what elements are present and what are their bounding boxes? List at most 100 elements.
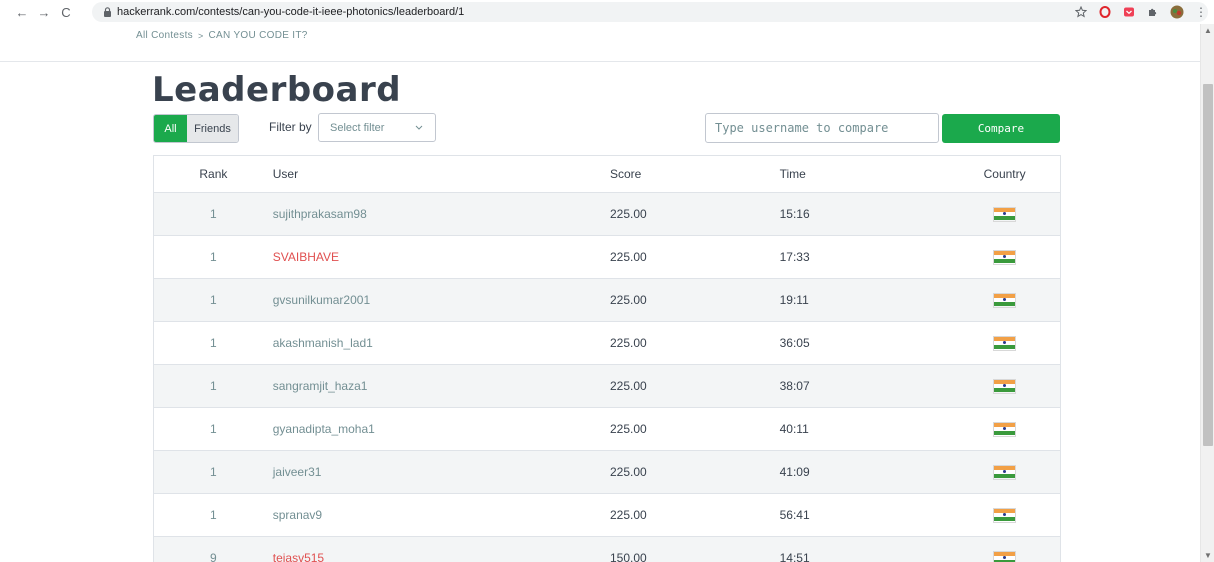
- row-username-link[interactable]: gyanadipta_moha1: [273, 422, 473, 436]
- browser-menu-icon[interactable]: ⋮: [1194, 5, 1208, 19]
- filter-by-label: Filter by: [269, 120, 312, 134]
- opera-extension-icon[interactable]: [1098, 5, 1112, 19]
- reload-icon[interactable]: C: [58, 4, 74, 20]
- pocket-extension-icon[interactable]: [1122, 5, 1136, 19]
- row-username-link[interactable]: spranav9: [273, 508, 473, 522]
- table-row: 1 sujithprakasam98 225.00 15:16: [154, 193, 1060, 236]
- page-content: All Contests > CAN YOU CODE IT? Leaderbo…: [0, 24, 1200, 562]
- filter-select[interactable]: Select filter: [318, 113, 436, 142]
- table-row: 1 SVAIBHAVE 225.00 17:33: [154, 236, 1060, 279]
- row-time: 41:09: [779, 465, 810, 479]
- profile-avatar-icon[interactable]: [1170, 5, 1184, 19]
- row-score: 225.00: [610, 422, 647, 436]
- row-country: [949, 249, 1060, 265]
- row-time: 38:07: [779, 379, 810, 393]
- compare-button[interactable]: Compare: [942, 114, 1060, 143]
- filter-friends-button[interactable]: Friends: [187, 115, 238, 142]
- india-flag-icon: [993, 378, 1017, 394]
- india-flag-icon: [993, 335, 1017, 351]
- row-score: 225.00: [610, 250, 647, 264]
- india-flag-icon: [993, 249, 1017, 265]
- scroll-down-arrow-icon[interactable]: ▼: [1204, 551, 1212, 560]
- row-rank: 1: [210, 250, 217, 264]
- row-country: [949, 421, 1060, 437]
- table-row: 1 spranav9 225.00 56:41: [154, 494, 1060, 537]
- row-time: 56:41: [779, 508, 810, 522]
- row-country: [949, 464, 1060, 480]
- row-country: [949, 335, 1060, 351]
- row-rank: 1: [210, 293, 217, 307]
- row-country: [949, 378, 1060, 394]
- row-time: 36:05: [779, 336, 810, 350]
- row-country: [949, 507, 1060, 523]
- row-rank: 9: [210, 551, 217, 562]
- row-time: 40:11: [779, 422, 809, 436]
- row-username-link[interactable]: sangramjit_haza1: [273, 379, 473, 393]
- row-score: 225.00: [610, 336, 647, 350]
- browser-extensions: ⋮: [1074, 2, 1208, 22]
- scroll-up-arrow-icon[interactable]: ▲: [1204, 26, 1212, 35]
- page-scrollbar[interactable]: ▲ ▼: [1200, 24, 1214, 562]
- row-username-link[interactable]: akashmanish_lad1: [273, 336, 473, 350]
- puzzle-extensions-icon[interactable]: [1146, 5, 1160, 19]
- row-country: [949, 292, 1060, 308]
- leaderboard-table: Rank User Score Time Country 1 sujithprak…: [153, 155, 1061, 562]
- row-score: 150.00: [610, 551, 647, 562]
- url-text: hackerrank.com/contests/can-you-code-it-…: [117, 6, 465, 18]
- table-row: 1 akashmanish_lad1 225.00 36:05: [154, 322, 1060, 365]
- table-row: 1 gyanadipta_moha1 225.00 40:11: [154, 408, 1060, 451]
- row-country: [949, 550, 1060, 562]
- row-rank: 1: [210, 422, 217, 436]
- table-body: 1 sujithprakasam98 225.00 15:16 1 SVAIBHAVE 22…: [154, 193, 1060, 562]
- row-username-link[interactable]: SVAIBHAVE: [273, 250, 473, 264]
- breadcrumb-current[interactable]: CAN YOU CODE IT?: [209, 30, 308, 41]
- india-flag-icon: [993, 206, 1017, 222]
- star-bookmark-icon[interactable]: [1074, 5, 1088, 19]
- row-rank: 1: [210, 465, 217, 479]
- row-username-link[interactable]: tejasv515: [273, 551, 473, 562]
- back-arrow-icon[interactable]: ←: [14, 4, 30, 20]
- row-time: 17:33: [779, 250, 810, 264]
- india-flag-icon: [993, 550, 1017, 562]
- row-username-link[interactable]: gvsunilkumar2001: [273, 293, 473, 307]
- row-score: 225.00: [610, 508, 647, 522]
- header-time: Time: [779, 167, 806, 181]
- filter-toggle: All Friends: [153, 114, 239, 143]
- breadcrumb-all-contests[interactable]: All Contests: [136, 30, 193, 41]
- table-row: 1 gvsunilkumar2001 225.00 19:11: [154, 279, 1060, 322]
- chevron-down-icon: [414, 122, 424, 132]
- header-country: Country: [983, 167, 1026, 181]
- row-rank: 1: [210, 336, 217, 350]
- india-flag-icon: [993, 421, 1017, 437]
- forward-arrow-icon[interactable]: →: [36, 4, 52, 20]
- row-rank: 1: [210, 379, 217, 393]
- row-time: 19:11: [779, 293, 809, 307]
- table-row: 1 sangramjit_haza1 225.00 38:07: [154, 365, 1060, 408]
- table-header: Rank User Score Time Country: [154, 156, 1060, 193]
- header-rank: Rank: [199, 167, 228, 181]
- header-user: User: [272, 167, 299, 181]
- filter-all-button[interactable]: All: [154, 115, 187, 142]
- row-username-link[interactable]: jaiveer31: [273, 465, 473, 479]
- table-row: 9 tejasv515 150.00 14:51: [154, 537, 1060, 562]
- table-row: 1 jaiveer31 225.00 41:09: [154, 451, 1060, 494]
- row-score: 225.00: [610, 465, 647, 479]
- row-rank: 1: [210, 207, 217, 221]
- row-username-link[interactable]: sujithprakasam98: [273, 207, 473, 221]
- compare-username-input[interactable]: [705, 113, 939, 143]
- india-flag-icon: [993, 507, 1017, 523]
- row-time: 15:16: [779, 207, 810, 221]
- row-score: 225.00: [610, 207, 647, 221]
- india-flag-icon: [993, 464, 1017, 480]
- lock-icon: [102, 7, 112, 17]
- breadcrumb-separator: >: [197, 30, 204, 41]
- breadcrumb-bar: All Contests > CAN YOU CODE IT?: [0, 24, 1200, 62]
- row-country: [949, 206, 1060, 222]
- row-score: 225.00: [610, 293, 647, 307]
- row-score: 225.00: [610, 379, 647, 393]
- address-bar[interactable]: hackerrank.com/contests/can-you-code-it-…: [92, 2, 1208, 22]
- row-rank: 1: [210, 508, 217, 522]
- header-score: Score: [610, 167, 642, 181]
- india-flag-icon: [993, 292, 1017, 308]
- scrollbar-thumb[interactable]: [1203, 84, 1213, 446]
